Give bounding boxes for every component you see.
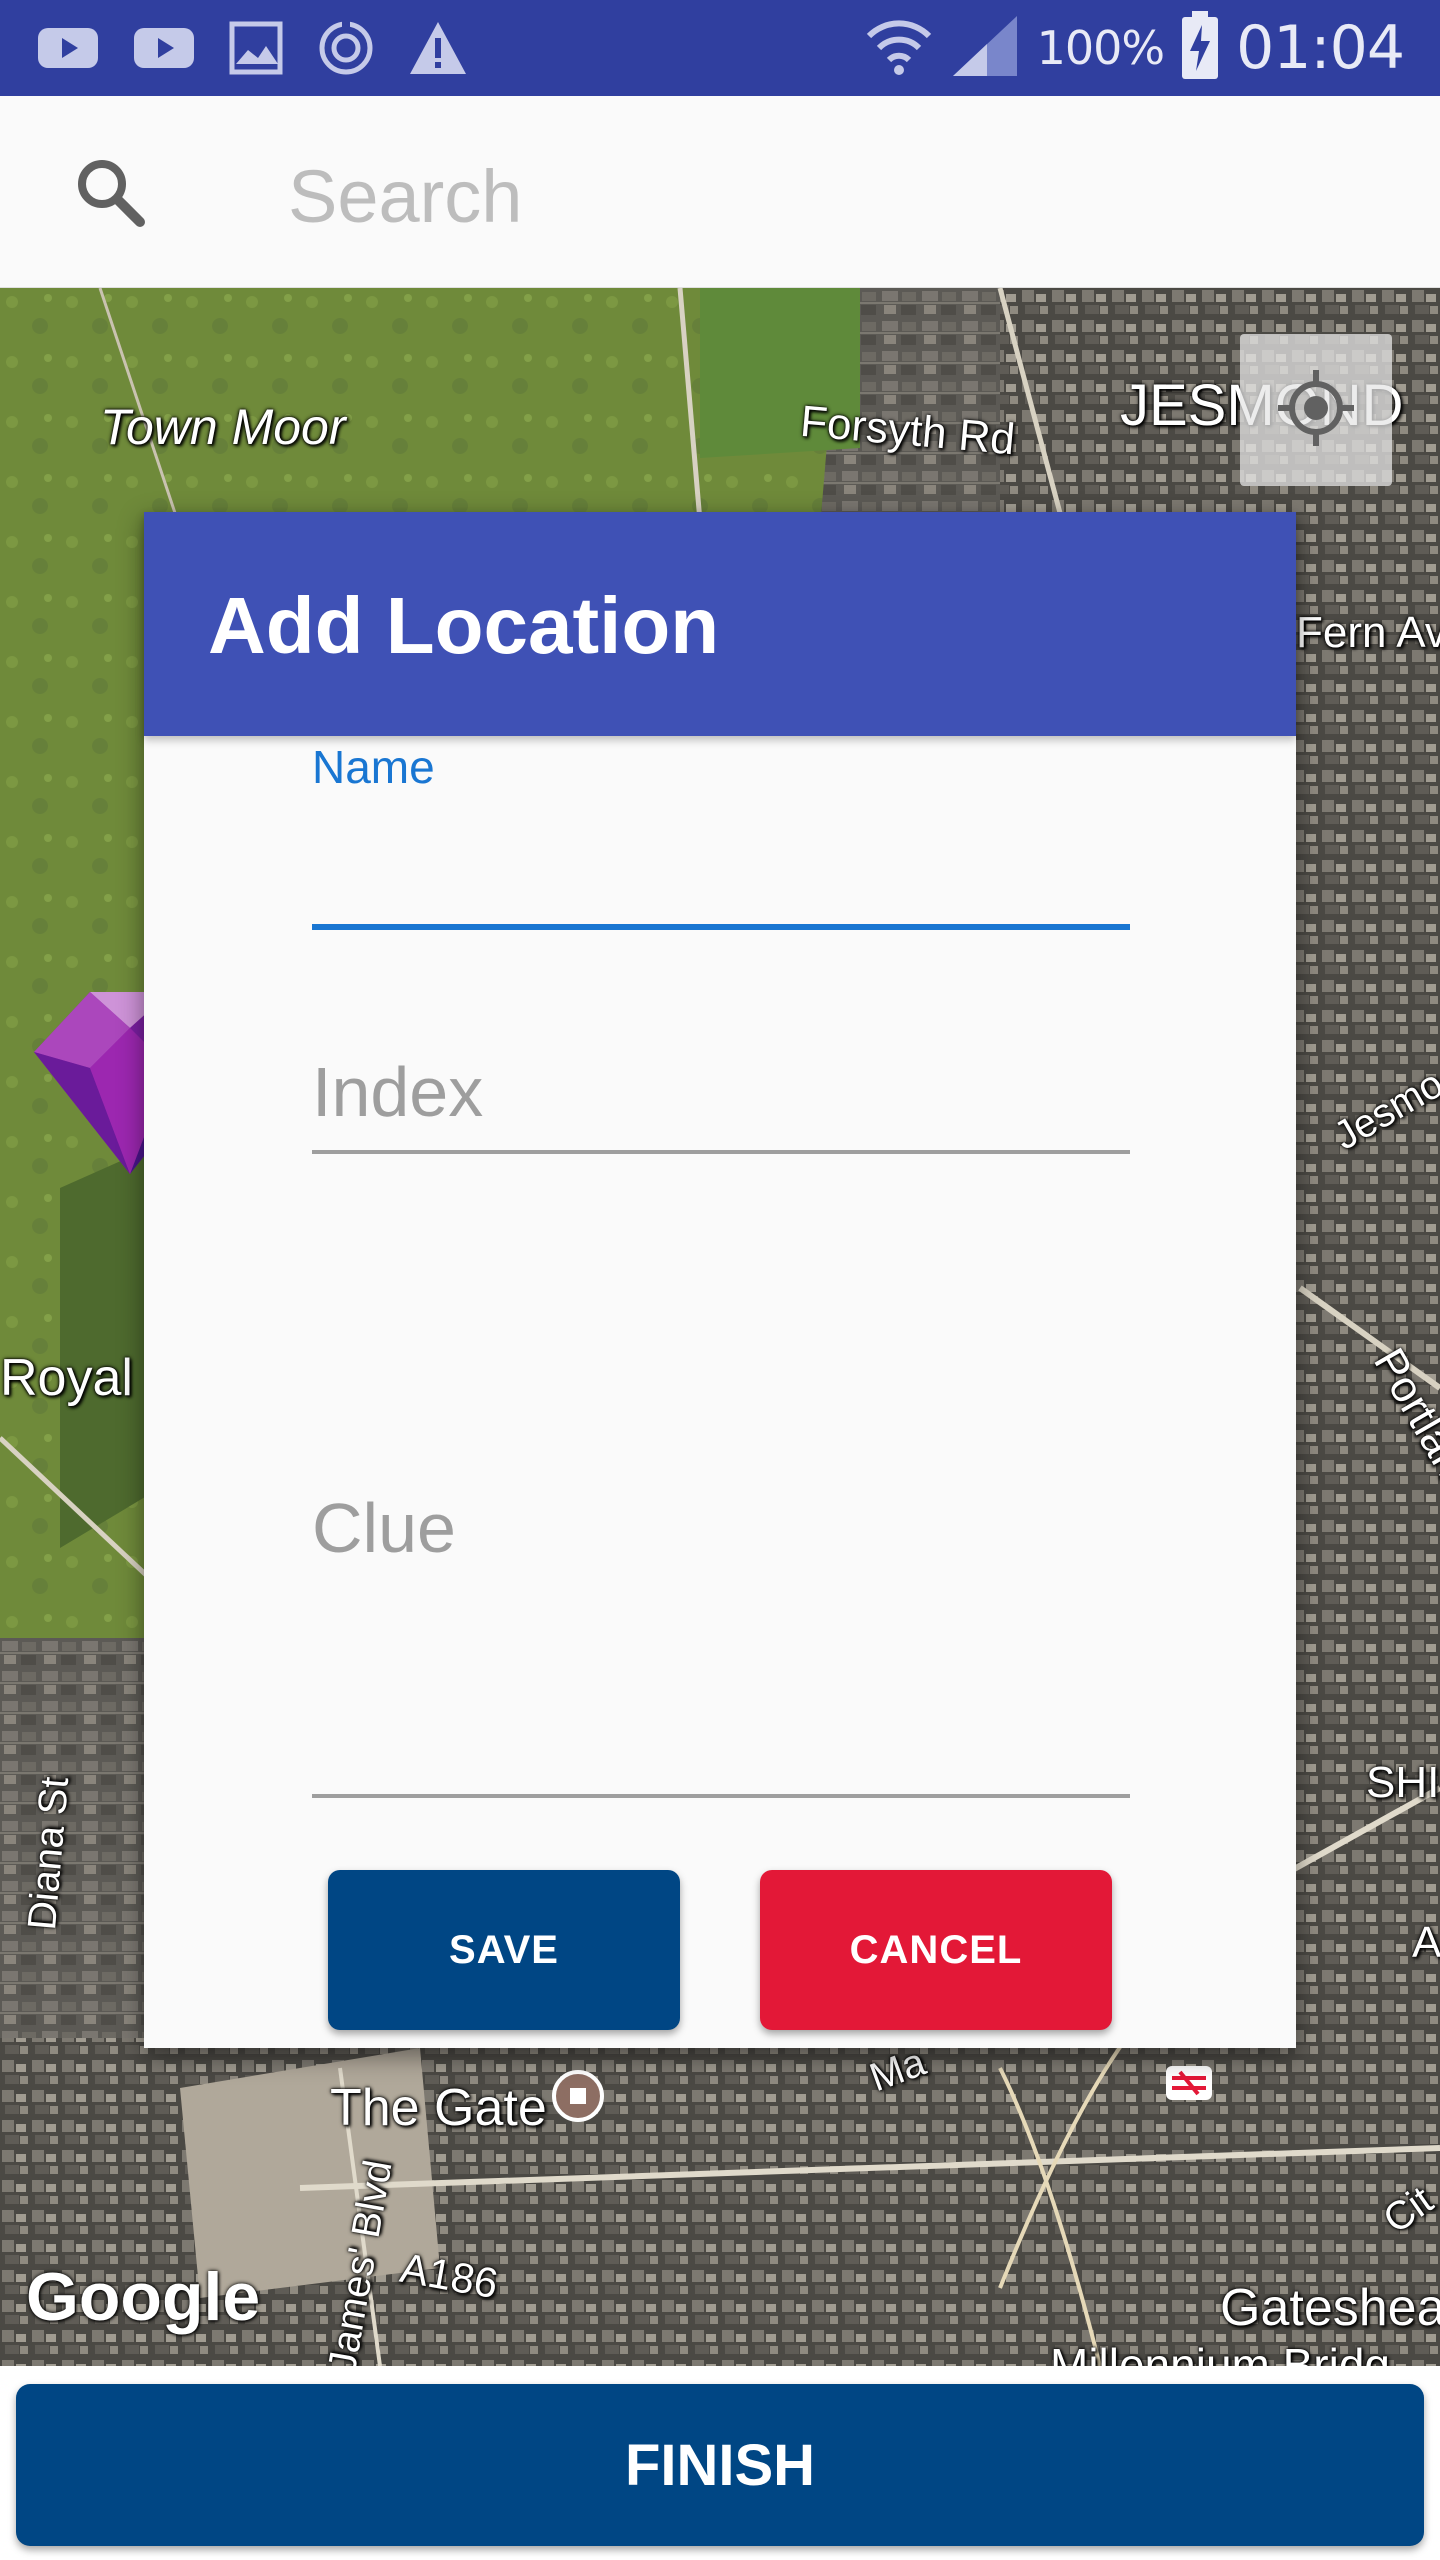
notification-icons: [36, 18, 468, 82]
station-marker-icon[interactable]: [552, 2070, 604, 2122]
battery-percent: 100%: [1036, 21, 1166, 75]
map-label-town-moor: Town Moor: [100, 399, 346, 455]
clock: 01:04: [1236, 13, 1405, 83]
map-label-gateshead: Gateshea: [1220, 2279, 1440, 2337]
clue-field-underline: [312, 1794, 1130, 1798]
name-input[interactable]: [312, 812, 1130, 932]
youtube-icon: [132, 20, 196, 80]
save-button[interactable]: SAVE: [328, 1870, 680, 2030]
youtube-icon: [36, 20, 100, 80]
map-label-millennium-bridge: Millennium Bridg: [1050, 2339, 1391, 2366]
search-bar[interactable]: Search: [0, 96, 1440, 288]
map-label-a: A: [1412, 1918, 1440, 1967]
index-field-underline: [312, 1150, 1130, 1154]
gallery-icon: [228, 20, 284, 80]
rail-icon[interactable]: [1166, 2066, 1212, 2104]
system-status: 100% 01:04: [863, 10, 1405, 86]
index-placeholder: Index: [312, 1053, 484, 1131]
signal-icon: [951, 14, 1021, 82]
search-input[interactable]: Search: [288, 154, 522, 239]
map-label-the-gate: The Gate: [330, 2079, 547, 2137]
sync-icon: [316, 18, 376, 82]
map-label-shi: SHI: [1366, 1758, 1440, 1807]
my-location-button[interactable]: [1240, 334, 1392, 486]
name-field-label: Name: [312, 741, 435, 793]
my-location-icon: [1276, 368, 1356, 452]
dialog-title: Add Location: [208, 581, 720, 670]
wifi-icon: [863, 10, 935, 86]
add-location-dialog: Add Location Name Index Clue SAVE CANCEL: [144, 512, 1296, 2048]
finish-button[interactable]: FINISH: [16, 2384, 1424, 2546]
google-logo: Google: [26, 2259, 261, 2335]
status-bar: 100% 01:04: [0, 0, 1440, 96]
warning-icon: [408, 20, 468, 80]
clue-field[interactable]: Clue: [312, 1488, 1130, 1788]
index-field[interactable]: Index: [312, 1052, 1130, 1172]
search-icon[interactable]: [72, 154, 148, 230]
battery-charging-icon: [1180, 11, 1220, 85]
name-field-underline: [312, 924, 1130, 930]
clue-placeholder: Clue: [312, 1489, 456, 1567]
dialog-header: Add Location: [144, 512, 1296, 736]
cancel-button[interactable]: CANCEL: [760, 1870, 1112, 2030]
map-label-fern-av: Fern Av: [1296, 608, 1440, 657]
